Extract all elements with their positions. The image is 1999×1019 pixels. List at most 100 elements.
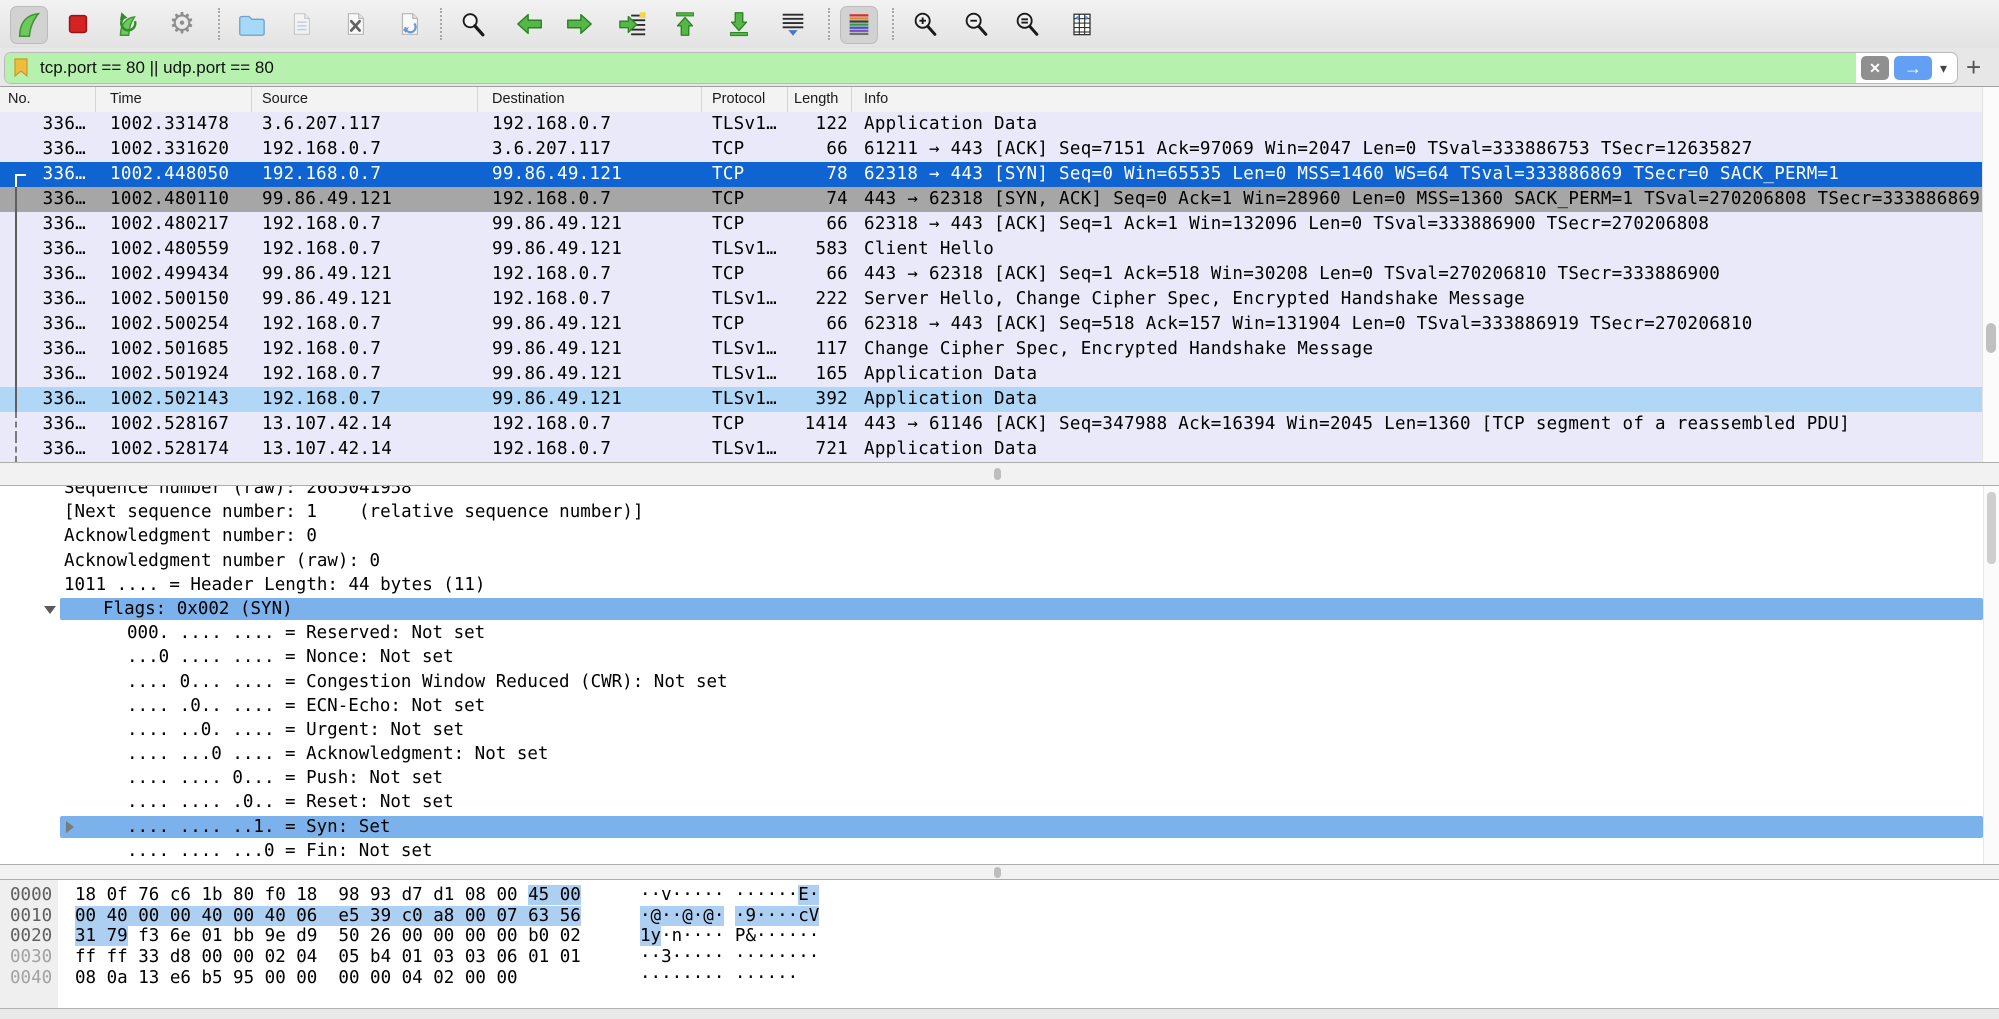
cell-length: 66 [788,312,852,337]
detail-line[interactable]: .... .... ...0 = Fin: Not set [0,839,1999,863]
expand-icon[interactable] [66,821,74,833]
packet-row[interactable]: 336…1002.331620192.168.0.73.6.207.117TCP… [0,137,1999,162]
conversation-mark [15,187,17,212]
packet-row[interactable]: 336…1002.501685192.168.0.799.86.49.121TL… [0,337,1999,362]
packet-row[interactable]: 336…1002.50015099.86.49.121192.168.0.7TL… [0,287,1999,312]
reload-file-icon[interactable] [391,6,427,42]
column-header-info[interactable]: Info [852,87,1999,112]
cell-source: 192.168.0.7 [252,137,478,162]
detail-line[interactable]: 000. .... .... = Reserved: Not set [0,621,1999,645]
splitter-grip-icon[interactable] [994,867,1001,878]
detail-line[interactable]: .... .... 0... = Push: Not set [0,766,1999,790]
pane-splitter-bottom[interactable] [0,864,1999,880]
cell-length: 74 [788,187,852,212]
save-file-icon[interactable] [283,6,319,42]
scrollbar-thumb[interactable] [1987,492,1996,564]
go-back-icon[interactable] [512,6,548,42]
scrollbar-thumb[interactable] [1986,323,1996,353]
detail-line[interactable]: .... 0... .... = Congestion Window Reduc… [0,670,1999,694]
packet-row[interactable]: 336…1002.480559192.168.0.799.86.49.121TL… [0,237,1999,262]
restart-capture-icon[interactable] [109,6,145,42]
filter-clear-button[interactable]: ✕ [1861,56,1889,80]
packet-row[interactable]: 336…1002.48011099.86.49.121192.168.0.7TC… [0,187,1999,212]
bookmark-icon[interactable] [14,58,28,78]
cell-protocol: TLSv1… [702,237,788,262]
zoom-in-icon[interactable] [907,6,943,42]
find-packet-icon[interactable] [455,6,491,42]
packet-row[interactable]: 336…1002.448050192.168.0.799.86.49.121TC… [0,162,1999,187]
packet-row[interactable]: 336…1002.501924192.168.0.799.86.49.121TL… [0,362,1999,387]
packet-row[interactable]: 336…1002.500254192.168.0.799.86.49.121TC… [0,312,1999,337]
main-toolbar: ⚙ [0,0,1999,48]
go-to-bottom-icon[interactable] [721,6,757,42]
hex-row[interactable]: 000018 0f 76 c6 1b 80 f0 18 98 93 d7 d1 … [0,885,1999,906]
detail-line[interactable]: .... .... ..1. = Syn: Set [0,815,1999,839]
conversation-mark [15,237,17,262]
column-header-destination[interactable]: Destination [478,87,702,112]
cell-destination: 99.86.49.121 [478,212,702,237]
splitter-grip-icon[interactable] [994,468,1001,480]
detail-line[interactable]: .... ...0 .... = Acknowledgment: Not set [0,742,1999,766]
detail-line[interactable]: .... ..0. .... = Urgent: Not set [0,718,1999,742]
resize-columns-icon[interactable] [1064,6,1100,42]
packet-row[interactable]: 336…1002.3314783.6.207.117192.168.0.7TLS… [0,112,1999,137]
column-header-source[interactable]: Source [252,87,478,112]
cell-no: 336… [0,112,96,137]
zoom-out-icon[interactable] [958,6,994,42]
cell-protocol: TLSv1… [702,287,788,312]
hex-row[interactable]: 002031 79 f3 6e 01 bb 9e d9 50 26 00 00 … [0,926,1999,947]
column-header-no[interactable]: No. [0,87,96,112]
detail-text: Acknowledgment number (raw): 0 [0,549,1999,573]
cell-source: 192.168.0.7 [252,337,478,362]
details-scrollbar[interactable] [1983,486,1999,864]
filter-dropdown-caret[interactable]: ▾ [1940,60,1947,77]
detail-line[interactable]: [Next sequence number: 1 (relative seque… [0,500,1999,524]
cell-source: 3.6.207.117 [252,112,478,137]
packet-list-scrollbar[interactable] [1982,87,1999,462]
packet-row[interactable]: 336…1002.49943499.86.49.121192.168.0.7TC… [0,262,1999,287]
filter-add-button[interactable]: + [1966,54,1981,80]
close-file-icon[interactable] [337,6,373,42]
packet-row[interactable]: 336…1002.52816713.107.42.14192.168.0.7TC… [0,412,1999,437]
detail-line[interactable]: Acknowledgment number (raw): 0 [0,549,1999,573]
column-header-time[interactable]: Time [96,87,252,112]
zoom-reset-icon[interactable] [1009,6,1045,42]
cell-source: 99.86.49.121 [252,262,478,287]
display-filter-field[interactable]: tcp.port == 80 || udp.port == 80 ✕ → ▾ [4,52,1958,84]
auto-scroll-icon[interactable] [775,6,811,42]
hex-row[interactable]: 001000 40 00 00 40 00 40 06 e5 39 c0 a8 … [0,906,1999,927]
conversation-mark [15,412,17,437]
packet-row[interactable]: 336…1002.502143192.168.0.799.86.49.121TL… [0,387,1999,412]
detail-line[interactable]: .... .... .0.. = Reset: Not set [0,790,1999,814]
go-forward-icon[interactable] [561,6,597,42]
cell-source: 192.168.0.7 [252,312,478,337]
hex-row[interactable]: 0030ff ff 33 d8 00 00 02 04 05 b4 01 03 … [0,947,1999,968]
stop-capture-icon[interactable] [60,6,96,42]
go-to-packet-icon[interactable] [615,6,651,42]
filter-input[interactable]: tcp.port == 80 || udp.port == 80 [40,58,274,78]
detail-line[interactable]: Acknowledgment number: 0 [0,524,1999,548]
filter-apply-button[interactable]: → [1894,56,1932,80]
go-to-top-icon[interactable] [667,6,703,42]
capture-options-icon[interactable]: ⚙ [164,6,200,42]
start-capture-icon[interactable] [10,6,48,44]
collapse-icon[interactable] [44,606,56,614]
colorize-packets-icon[interactable] [840,6,878,44]
cell-destination: 99.86.49.121 [478,237,702,262]
column-header-protocol[interactable]: Protocol [702,87,788,112]
packet-bytes-pane: 000018 0f 76 c6 1b 80 f0 18 98 93 d7 d1 … [0,880,1999,1008]
hex-row[interactable]: 004008 0a 13 e6 b5 95 00 00 00 00 04 02 … [0,968,1999,989]
packet-row[interactable]: 336…1002.480217192.168.0.799.86.49.121TC… [0,212,1999,237]
hex-bytes: ff ff 33 d8 00 00 02 04 05 b4 01 03 03 0… [75,947,591,968]
detail-line[interactable]: ...0 .... .... = Nonce: Not set [0,645,1999,669]
packet-row[interactable]: 336…1002.52817413.107.42.14192.168.0.7TL… [0,437,1999,462]
open-file-icon[interactable] [233,6,269,42]
detail-line[interactable]: Flags: 0x002 (SYN) [0,597,1999,621]
column-header-length[interactable]: Length [788,87,852,112]
detail-line[interactable]: .... .0.. .... = ECN-Echo: Not set [0,694,1999,718]
cell-source: 13.107.42.14 [252,412,478,437]
pane-splitter-top[interactable] [0,462,1999,486]
detail-text: Sequence number (raw): 2665041958 [0,486,1999,500]
detail-line[interactable]: Sequence number (raw): 2665041958 [0,486,1999,500]
detail-line[interactable]: 1011 .... = Header Length: 44 bytes (11) [0,573,1999,597]
